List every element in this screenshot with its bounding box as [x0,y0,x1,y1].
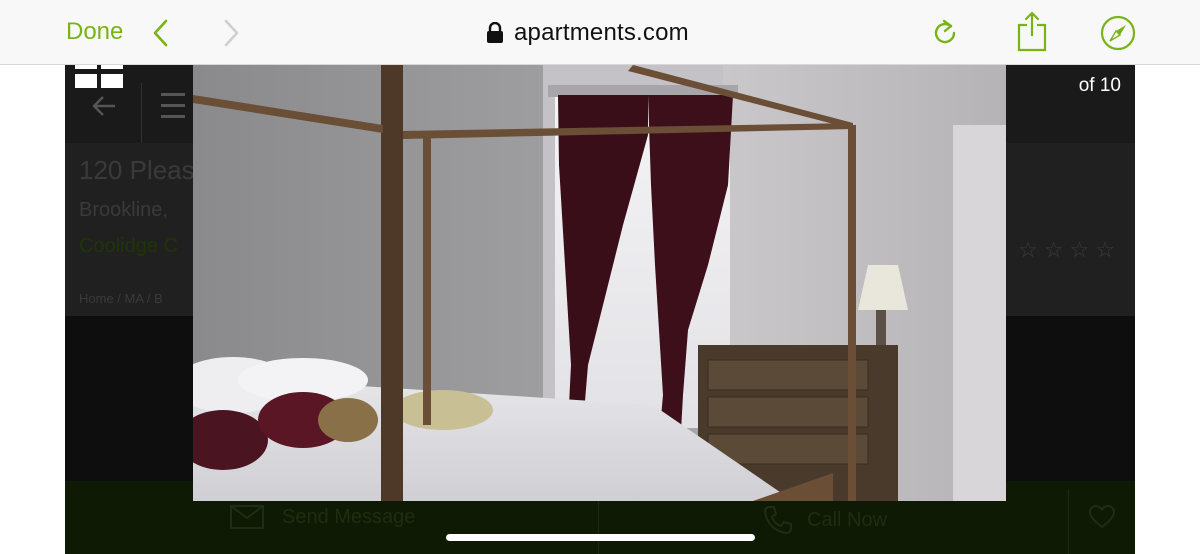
breadcrumb[interactable]: Home / MA / B [79,291,163,306]
chevron-left-icon[interactable] [148,17,174,49]
url-text: apartments.com [514,19,689,46]
menu-icon[interactable] [161,91,187,121]
address-bar[interactable]: apartments.com [486,16,689,50]
compass-icon[interactable] [1100,15,1136,51]
header-divider [141,83,142,143]
home-indicator[interactable] [446,534,755,541]
mail-icon [230,505,264,529]
photo-counter: of 10 [1078,75,1121,96]
done-button[interactable]: Done [66,18,123,46]
bedroom-photo [193,65,1006,501]
chevron-right-icon[interactable] [218,17,244,49]
call-now-label: Call Now [807,508,888,531]
back-arrow-icon[interactable] [91,95,117,117]
grid-icon[interactable] [75,65,123,91]
call-now-button[interactable]: Call Now [763,505,887,535]
share-icon[interactable] [1016,10,1048,52]
listing-address: 120 Pleas [79,155,195,185]
phone-icon [763,506,792,535]
send-message-label: Send Message [282,505,416,528]
heart-icon[interactable] [1089,505,1115,529]
browser-toolbar: Done apartments.com [0,0,1200,65]
lock-icon [487,22,503,43]
rating-stars: ☆☆☆☆ [1018,237,1121,262]
listing-neighborhood[interactable]: Coolidge C [79,235,178,258]
send-message-button[interactable]: Send Message [230,505,415,529]
reload-icon[interactable] [930,18,960,48]
listing-city: Brookline, [79,199,168,221]
listing-photo[interactable] [193,65,1006,501]
action-divider [1068,489,1069,554]
